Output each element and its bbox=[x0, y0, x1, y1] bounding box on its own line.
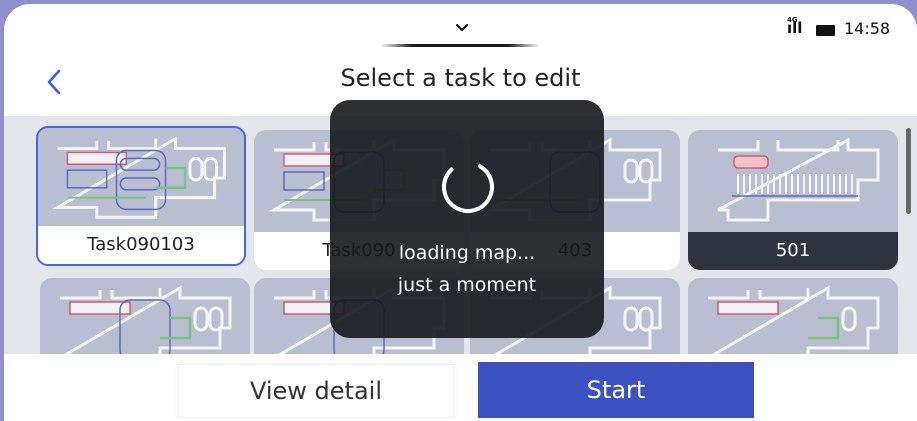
map-thumbnail bbox=[52, 136, 226, 219]
view-detail-button[interactable]: View detail bbox=[178, 364, 454, 418]
task-card[interactable] bbox=[688, 278, 898, 354]
loading-spinner-icon bbox=[442, 161, 494, 213]
loading-message: loading map... bbox=[398, 242, 536, 264]
device-frame: 4G ıll 14:58 Select a task to edit Task0… bbox=[0, 0, 917, 421]
status-time: 14:58 bbox=[844, 19, 891, 38]
signal-icon: ıll bbox=[787, 19, 803, 37]
map-thumbnail bbox=[708, 285, 880, 354]
battery-icon bbox=[816, 25, 835, 36]
map-thumbnail bbox=[717, 137, 880, 222]
app-screen: 4G ıll 14:58 Select a task to edit Task0… bbox=[4, 4, 917, 421]
drag-handle[interactable] bbox=[380, 44, 540, 47]
status-bar: 4G ıll 14:58 bbox=[4, 4, 917, 48]
map-thumbnail bbox=[60, 285, 232, 354]
task-card[interactable]: 501 bbox=[688, 130, 898, 270]
grid-scrollbar[interactable] bbox=[906, 128, 911, 214]
loading-submessage: just a moment bbox=[397, 274, 537, 296]
page-title: Select a task to edit bbox=[340, 64, 581, 92]
task-label: Task090103 bbox=[38, 226, 244, 264]
start-button[interactable]: Start bbox=[478, 362, 754, 418]
action-bar bbox=[4, 354, 917, 421]
chevron-down-icon[interactable] bbox=[454, 20, 470, 36]
task-card[interactable]: Task090103 bbox=[36, 126, 246, 266]
loading-overlay: loading map... just a moment bbox=[330, 100, 604, 338]
task-card[interactable] bbox=[40, 278, 250, 354]
task-label: 501 bbox=[688, 232, 898, 270]
